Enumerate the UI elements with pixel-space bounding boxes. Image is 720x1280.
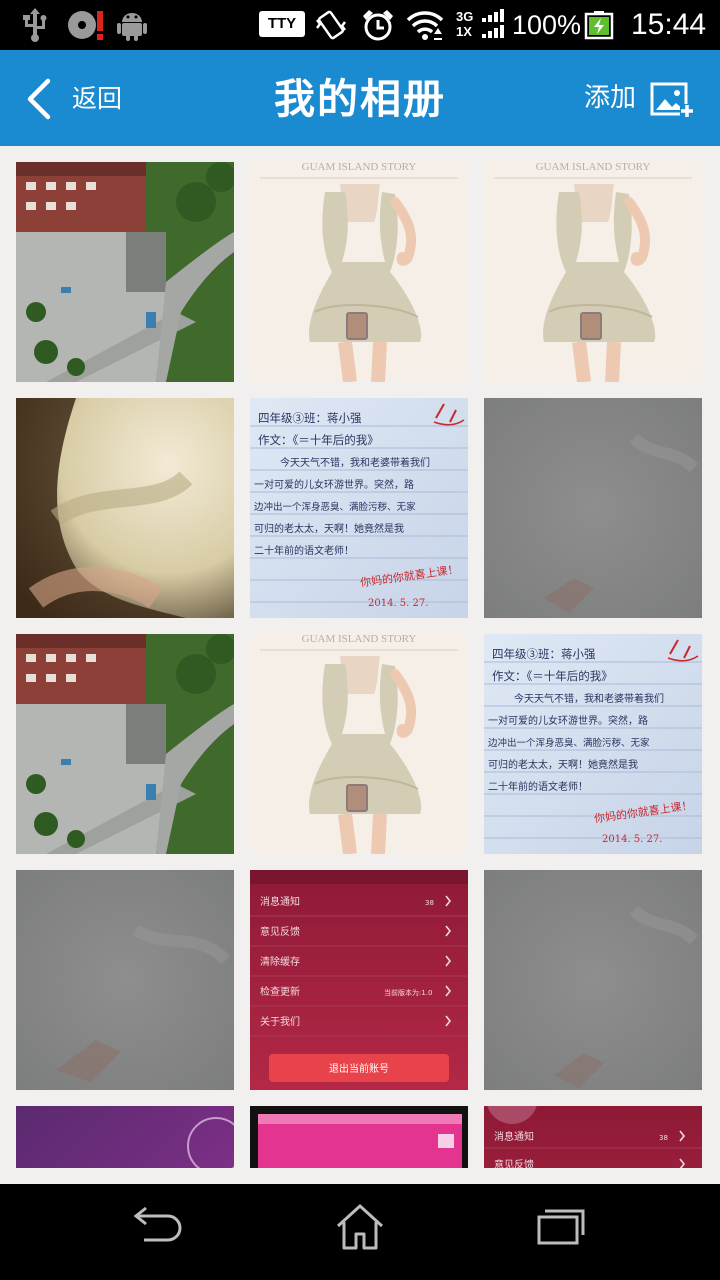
photo-thumbnail[interactable] xyxy=(250,1106,468,1168)
photo-thumbnail[interactable]: GUAM ISLAND STORY xyxy=(250,162,468,382)
battery-charging-icon xyxy=(584,8,616,46)
photo-grid: GUAM ISLAND STORY GUAM ISLAND STORY 四年级③… xyxy=(0,146,720,1168)
svg-text:GUAM ISLAND STORY: GUAM ISLAND STORY xyxy=(302,162,417,173)
home-nav-icon xyxy=(320,1202,400,1252)
add-label: 添加 xyxy=(584,83,637,113)
photo-thumbnail[interactable]: 四年级③班：蒋小强 作文：《＝十年后的我》 今天天气不错，我和老婆带着我们 一对… xyxy=(484,634,702,854)
svg-text:可归的老太太，天啊！她竟然是我: 可归的老太太，天啊！她竟然是我 xyxy=(488,758,638,771)
svg-text:消息通知: 消息通知 xyxy=(494,1130,534,1143)
svg-text:四年级③班：蒋小强: 四年级③班：蒋小强 xyxy=(258,411,362,425)
home-nav-button[interactable] xyxy=(320,1202,400,1262)
add-image-icon xyxy=(650,80,694,124)
svg-text:GUAM ISLAND STORY: GUAM ISLAND STORY xyxy=(302,634,417,645)
recent-apps-button[interactable] xyxy=(520,1202,600,1262)
svg-text:作文：《＝十年后的我》: 作文：《＝十年后的我》 xyxy=(258,433,379,447)
battery-percent: 100% xyxy=(512,10,582,40)
svg-text:2014. 5. 27.: 2014. 5. 27. xyxy=(368,598,428,609)
photo-thumbnail[interactable] xyxy=(16,870,234,1090)
svg-text:38: 38 xyxy=(659,1134,668,1142)
photo-thumbnail[interactable] xyxy=(16,162,234,382)
svg-text:边冲出一个浑身恶臭、满脸污秽、无家: 边冲出一个浑身恶臭、满脸污秽、无家 xyxy=(254,501,416,513)
photo-thumbnail[interactable]: 消息通知 38 意见反馈 清除缓存 检查更新 当前版本为:1.0 关于我们 退出… xyxy=(250,870,468,1090)
svg-text:清除缓存: 清除缓存 xyxy=(260,955,300,968)
svg-text:二十年前的语文老师！: 二十年前的语文老师！ xyxy=(488,780,588,793)
vibrate-icon xyxy=(314,8,348,46)
tty-badge: TTY xyxy=(259,11,305,37)
alarm-icon xyxy=(360,8,396,48)
svg-text:边冲出一个浑身恶臭、满脸污秽、无家: 边冲出一个浑身恶臭、满脸污秽、无家 xyxy=(488,737,650,749)
photo-thumbnail[interactable] xyxy=(484,398,702,618)
usb-icon xyxy=(20,8,50,46)
svg-text:一对可爱的儿女环游世界。突然，路: 一对可爱的儿女环游世界。突然，路 xyxy=(254,478,414,491)
svg-text:意见反馈: 意见反馈 xyxy=(260,925,300,938)
svg-text:38: 38 xyxy=(425,899,434,907)
svg-text:一对可爱的儿女环游世界。突然，路: 一对可爱的儿女环游世界。突然，路 xyxy=(488,714,648,727)
svg-text:GUAM ISLAND STORY: GUAM ISLAND STORY xyxy=(536,162,651,173)
svg-text:退出当前账号: 退出当前账号 xyxy=(329,1062,389,1075)
svg-text:可归的老太太，天啊！她竟然是我: 可归的老太太，天啊！她竟然是我 xyxy=(254,522,404,535)
navigation-bar xyxy=(0,1184,720,1280)
svg-text:今天天气不错，我和老婆带着我们: 今天天气不错，我和老婆带着我们 xyxy=(514,692,664,705)
photo-thumbnail[interactable]: 消息通知 38 意见反馈 xyxy=(484,1106,702,1168)
back-nav-icon xyxy=(120,1202,200,1248)
status-bar: TTY 3G 1X 100% 15:44 xyxy=(0,0,720,50)
photo-thumbnail[interactable]: GUAM ISLAND STORY xyxy=(250,634,468,854)
svg-text:意见反馈: 意见反馈 xyxy=(494,1158,534,1168)
wifi-icon xyxy=(405,8,445,46)
svg-text:二十年前的语文老师！: 二十年前的语文老师！ xyxy=(254,544,354,557)
recent-apps-icon xyxy=(520,1202,600,1248)
signal-icon: 3G 1X xyxy=(456,9,506,41)
svg-text:今天天气不错，我和老婆带着我们: 今天天气不错，我和老婆带着我们 xyxy=(280,456,430,469)
sd-card-alert-icon xyxy=(66,8,106,46)
photo-thumbnail[interactable] xyxy=(484,870,702,1090)
svg-text:检查更新: 检查更新 xyxy=(260,985,300,998)
svg-text:作文：《＝十年后的我》: 作文：《＝十年后的我》 xyxy=(492,669,613,683)
photo-thumbnail[interactable] xyxy=(16,1106,234,1168)
back-nav-button[interactable] xyxy=(120,1202,200,1262)
svg-text:2014. 5. 27.: 2014. 5. 27. xyxy=(602,834,662,845)
svg-text:关于我们: 关于我们 xyxy=(260,1015,300,1028)
add-photo-button[interactable]: 添加 xyxy=(580,68,700,128)
svg-text:当前版本为:1.0: 当前版本为:1.0 xyxy=(384,988,433,997)
photo-thumbnail[interactable] xyxy=(16,634,234,854)
svg-text:消息通知: 消息通知 xyxy=(260,895,300,908)
photo-thumbnail[interactable]: 四年级③班：蒋小强 作文：《＝十年后的我》 今天天气不错，我和老婆带着我们 一对… xyxy=(250,398,468,618)
svg-text:四年级③班：蒋小强: 四年级③班：蒋小强 xyxy=(492,647,596,661)
photo-thumbnail[interactable]: GUAM ISLAND STORY xyxy=(484,162,702,382)
photo-thumbnail[interactable] xyxy=(16,398,234,618)
clock: 15:44 xyxy=(631,8,707,41)
android-debug-icon xyxy=(115,8,149,46)
title-bar: 返回 我的相册 添加 xyxy=(0,50,720,146)
